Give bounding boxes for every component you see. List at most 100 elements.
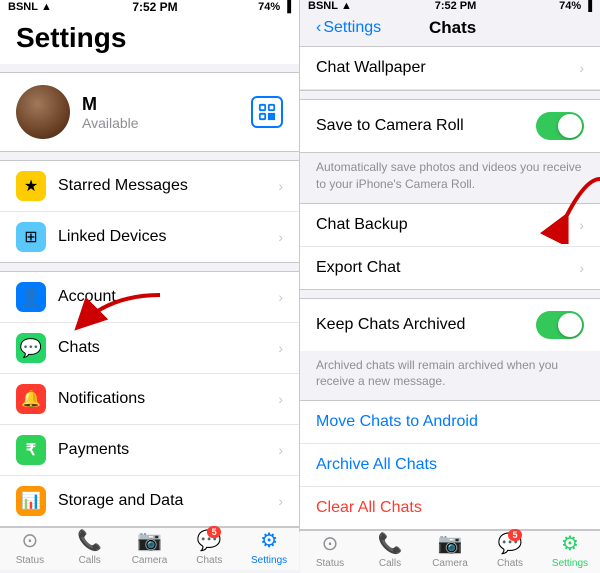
battery-info-right: 74% ▐: [559, 0, 592, 12]
keep-archived-label: Keep Chats Archived: [316, 316, 536, 334]
chats-badge-left: 5: [207, 526, 221, 538]
camera-roll-description: Automatically save photos and videos you…: [300, 153, 600, 203]
carrier-info-right: BSNL ▲: [308, 0, 352, 12]
wallpaper-chevron: ›: [579, 60, 584, 76]
left-panel: BSNL ▲ 7:52 PM 74% ▐ Settings M Availabl…: [0, 0, 300, 532]
tab-settings-left[interactable]: ⚙ Settings: [239, 528, 299, 566]
keep-archived-toggle[interactable]: [536, 311, 584, 339]
notifications-icon: 🔔: [16, 384, 46, 414]
linked-devices-item[interactable]: ⊞ Linked Devices ›: [0, 212, 299, 262]
battery-icon-right: ▐: [584, 0, 592, 12]
calls-label-left: Calls: [79, 555, 101, 566]
top-settings-group: ★ Starred Messages › ⊞ Linked Devices ›: [0, 160, 299, 263]
camera-icon-right: 📷: [438, 531, 463, 556]
starred-messages-item[interactable]: ★ Starred Messages ›: [0, 161, 299, 212]
account-icon: 👤: [16, 282, 46, 312]
camera-label-left: Camera: [132, 555, 168, 566]
tab-settings-right[interactable]: ⚙ Settings: [540, 531, 600, 569]
wallpaper-label: Chat Wallpaper: [316, 59, 579, 77]
profile-info: M Available: [82, 94, 251, 131]
carrier-text-right: BSNL: [308, 0, 338, 12]
carrier-info: BSNL ▲: [8, 1, 52, 13]
page-title: Settings: [0, 14, 299, 64]
status-icon-right: ⊙: [322, 531, 339, 556]
toggle-knob: [558, 114, 582, 138]
status-bar-left: BSNL ▲ 7:52 PM 74% ▐: [0, 0, 299, 14]
starred-messages-label: Starred Messages: [58, 177, 278, 195]
chevron-icon-7: ›: [278, 493, 283, 509]
chats-item[interactable]: 💬 Chats ›: [0, 323, 299, 374]
settings-label-right: Settings: [552, 558, 588, 569]
wifi-icon: ▲: [41, 1, 52, 13]
export-chevron: ›: [579, 260, 584, 276]
backup-label: Chat Backup: [316, 216, 579, 234]
tab-calls-left[interactable]: 📞 Calls: [60, 528, 120, 566]
notifications-label: Notifications: [58, 390, 278, 408]
payments-label: Payments: [58, 441, 278, 459]
avatar: [16, 85, 70, 139]
keep-archived-knob: [558, 313, 582, 337]
links-group: Move Chats to Android Archive All Chats …: [300, 400, 600, 530]
tab-status-left[interactable]: ⊙ Status: [0, 528, 60, 566]
camera-roll-toggle[interactable]: [536, 112, 584, 140]
settings-icon-right: ⚙: [561, 531, 579, 556]
right-panel: BSNL ▲ 7:52 PM 74% ▐ ‹ Settings Chats Ch…: [300, 0, 600, 532]
storage-item[interactable]: 📊 Storage and Data ›: [0, 476, 299, 526]
back-label: Settings: [323, 19, 381, 37]
main-settings-group: 👤 Account › 💬 Chats › 🔔 Notifications › …: [0, 271, 299, 527]
signal-text-left: 74%: [258, 1, 280, 13]
move-android-label: Move Chats to Android: [316, 413, 478, 431]
chevron-icon-4: ›: [278, 340, 283, 356]
backup-row[interactable]: Chat Backup ›: [300, 204, 600, 247]
chevron-icon-6: ›: [278, 442, 283, 458]
tab-calls-right[interactable]: 📞 Calls: [360, 531, 420, 569]
chevron-icon: ›: [278, 178, 283, 194]
battery-icon-left: ▐: [283, 1, 291, 13]
move-android-row[interactable]: Move Chats to Android: [300, 401, 600, 444]
tab-camera-left[interactable]: 📷 Camera: [120, 528, 180, 566]
camera-label-right: Camera: [432, 558, 468, 569]
notifications-item[interactable]: 🔔 Notifications ›: [0, 374, 299, 425]
camera-roll-group: Save to Camera Roll: [300, 99, 600, 153]
signal-text-right: 74%: [559, 0, 581, 12]
clear-all-row[interactable]: Clear All Chats: [300, 487, 600, 529]
devices-icon: ⊞: [16, 222, 46, 252]
clear-all-label: Clear All Chats: [316, 499, 422, 517]
time-display-left: 7:52 PM: [132, 0, 177, 14]
qr-button[interactable]: [251, 96, 283, 128]
wallpaper-row[interactable]: Chat Wallpaper ›: [300, 47, 600, 90]
chevron-icon-5: ›: [278, 391, 283, 407]
payments-item[interactable]: ₹ Payments ›: [0, 425, 299, 476]
tab-chats-left[interactable]: 5 💬 Chats: [179, 528, 239, 566]
chats-icon: 💬: [16, 333, 46, 363]
tab-bar-left: ⊙ Status 📞 Calls 📷 Camera 5 💬 Chats ⚙ Se…: [0, 527, 299, 570]
chevron-icon-2: ›: [278, 229, 283, 245]
storage-label: Storage and Data: [58, 492, 278, 510]
back-chevron-icon: ‹: [316, 19, 321, 37]
tab-status-right[interactable]: ⊙ Status: [300, 531, 360, 569]
export-row[interactable]: Export Chat ›: [300, 247, 600, 289]
chats-label: Chats: [58, 339, 278, 357]
wallpaper-group: Chat Wallpaper ›: [300, 46, 600, 91]
chats-label-right: Chats: [497, 558, 523, 569]
account-item[interactable]: 👤 Account ›: [0, 272, 299, 323]
keep-archived-row[interactable]: Keep Chats Archived: [300, 299, 600, 351]
backup-chevron: ›: [579, 217, 584, 233]
camera-roll-label: Save to Camera Roll: [316, 117, 536, 135]
wifi-icon-right: ▲: [341, 0, 352, 12]
storage-icon: 📊: [16, 486, 46, 516]
profile-card[interactable]: M Available: [0, 72, 299, 152]
back-button[interactable]: ‹ Settings: [316, 19, 381, 37]
tab-camera-right[interactable]: 📷 Camera: [420, 531, 480, 569]
chats-label-left: Chats: [196, 555, 222, 566]
camera-roll-row[interactable]: Save to Camera Roll: [300, 100, 600, 152]
profile-name: M: [82, 94, 251, 115]
status-label-right: Status: [316, 558, 344, 569]
carrier-text: BSNL: [8, 1, 38, 13]
tab-chats-right[interactable]: 5 💬 Chats: [480, 531, 540, 569]
battery-info-left: 74% ▐: [258, 1, 291, 13]
payments-icon: ₹: [16, 435, 46, 465]
account-label: Account: [58, 288, 278, 306]
archive-all-row[interactable]: Archive All Chats: [300, 444, 600, 487]
export-label: Export Chat: [316, 259, 579, 277]
